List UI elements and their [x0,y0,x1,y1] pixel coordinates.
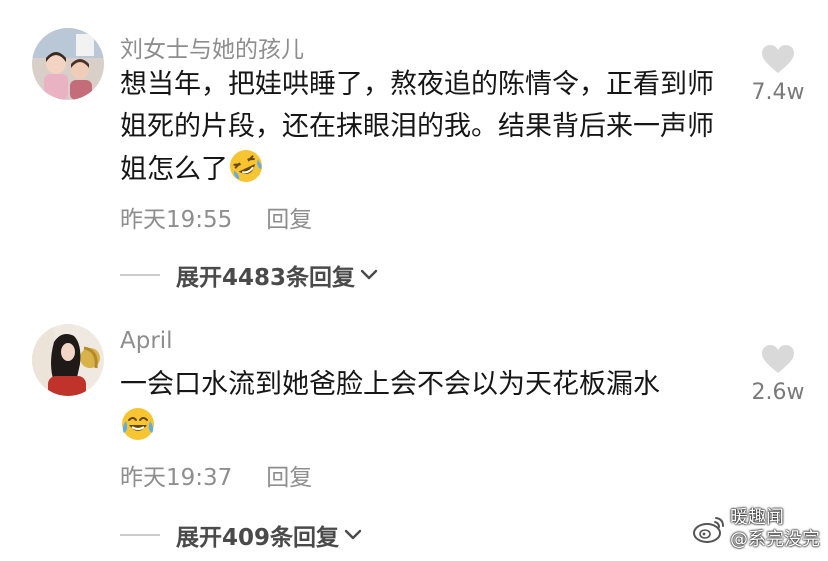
rolling-laughing-emoji-icon [228,148,264,184]
timestamp: 昨天19:37 [120,465,233,491]
comment-text: 一会口水流到她爸脸上会不会以为天花板漏水 [120,364,730,449]
avatar-image [32,324,104,396]
heart-icon [762,345,794,373]
crying-laughing-emoji-icon [120,406,156,442]
expand-replies-button[interactable]: 展开4483条回复 [120,258,379,292]
comment-text: 想当年，把娃哄睡了，熬夜追的陈情令，正看到师姐死的片段，还在抹眼泪的我。结果背后… [120,64,730,191]
avatar[interactable] [32,324,104,396]
expand-replies-label: 展开4483条回复 [176,265,356,291]
avatar-image [32,28,104,100]
watermark-line1: 暖趣闻 [730,507,784,528]
watermark: 暖趣闻 @系完没完 [692,507,820,551]
avatar[interactable] [32,28,104,100]
comment-text-content: 一会口水流到她爸脸上会不会以为天花板漏水 [120,369,660,400]
reply-button[interactable]: 回复 [266,465,312,491]
comment-item: 刘女士与她的孩儿 想当年，把娃哄睡了，熬夜追的陈情令，正看到师姐死的片段，还在抹… [0,0,828,300]
expand-replies-button[interactable]: 展开409条回复 [120,518,363,552]
watermark-line2: @系完没完 [730,529,820,550]
weibo-logo-icon [693,517,724,543]
comment-text-content: 想当年，把娃哄睡了，熬夜追的陈情令，正看到师姐死的片段，还在抹眼泪的我。结果背后… [120,69,714,185]
like-button[interactable]: 2.6w [746,344,810,405]
chevron-down-icon [360,269,378,280]
comment-meta: 昨天19:37 回复 [120,458,312,492]
expand-replies-label: 展开409条回复 [176,525,340,551]
username[interactable]: April [120,328,173,354]
divider-dash [120,534,160,536]
divider-dash [120,274,160,276]
like-count: 7.4w [751,80,805,105]
timestamp: 昨天19:55 [120,207,233,233]
username[interactable]: 刘女士与她的孩儿 [120,30,304,64]
like-button[interactable]: 7.4w [746,44,810,105]
comment-meta: 昨天19:55 回复 [120,200,312,234]
like-count: 2.6w [751,380,805,405]
reply-button[interactable]: 回复 [266,207,312,233]
chevron-down-icon [344,529,362,540]
heart-icon [762,45,794,73]
